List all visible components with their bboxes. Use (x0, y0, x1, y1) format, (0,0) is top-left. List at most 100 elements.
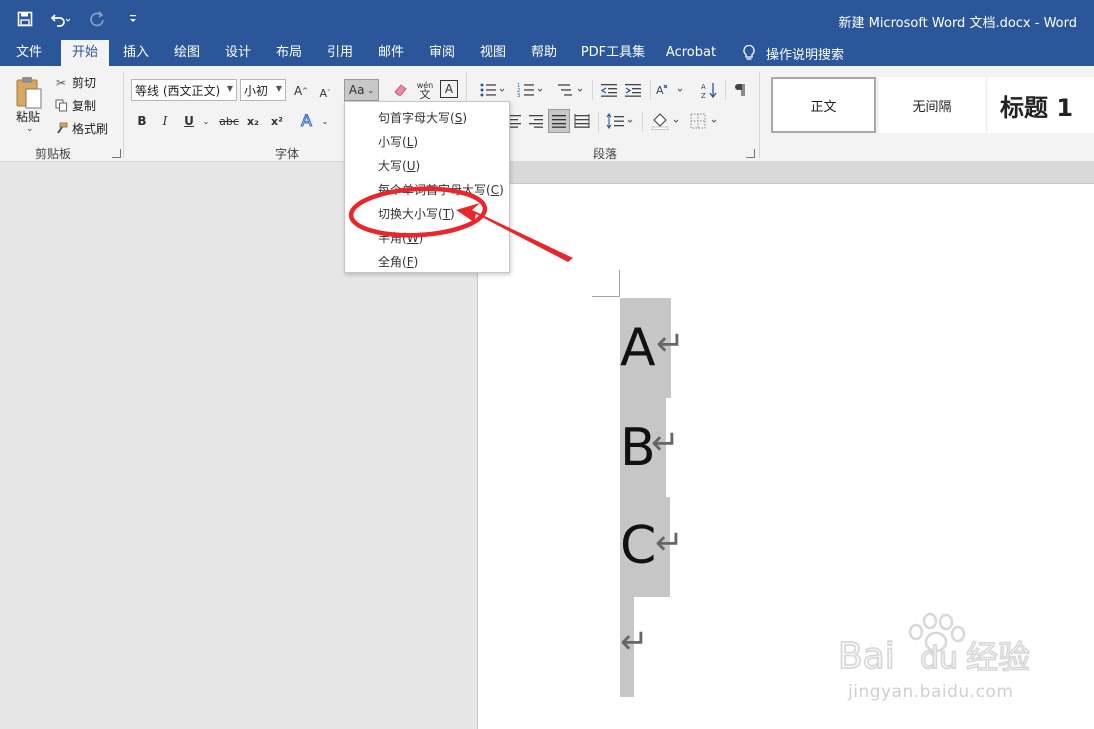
tab-acrobat[interactable]: Acrobat (660, 40, 722, 66)
copy-button[interactable]: 复制 (54, 97, 96, 114)
cut-button[interactable]: ✂ 剪切 (54, 74, 96, 91)
tab-mailings[interactable]: 邮件 (369, 40, 413, 66)
sort-icon: AZ (701, 83, 717, 99)
redo-icon[interactable] (86, 8, 108, 30)
bullet-list-icon (480, 83, 505, 97)
group-label-paragraph: 段落 (593, 147, 618, 161)
tab-file[interactable]: 文件 (6, 40, 52, 66)
tab-view[interactable]: 视图 (471, 40, 515, 66)
style-normal[interactable]: 正文 (771, 77, 876, 133)
sort-button[interactable]: AZ (698, 79, 720, 101)
menu-item-half-width[interactable]: 半角(W) (378, 229, 423, 246)
document-line-a[interactable]: A (620, 322, 656, 374)
style-no-spacing[interactable]: 无间隔 (879, 77, 985, 133)
customize-icon[interactable] (122, 8, 144, 30)
menu-item-full-width[interactable]: 全角(F) (378, 253, 418, 270)
dropdown-arrow-icon[interactable]: ▼ (227, 84, 233, 93)
grow-font-button[interactable]: A ^ (292, 81, 310, 101)
text-effects-button[interactable]: A (298, 110, 318, 130)
bold-button[interactable]: B (134, 112, 150, 130)
distributed-button[interactable] (572, 110, 592, 132)
margin-corner-mark (592, 296, 620, 297)
multilevel-list-button[interactable] (554, 80, 586, 100)
margin-corner-mark (619, 270, 620, 297)
line-spacing-icon (606, 113, 633, 129)
chevron-down-icon: ⌄ (367, 85, 375, 95)
shrink-font-button[interactable]: Aˇ (316, 83, 334, 103)
tell-me-search[interactable]: 操作说明搜索 (742, 40, 844, 66)
shrink-font-icon: A (319, 86, 328, 100)
font-name-combobox[interactable]: 等线 (西文正文) ▼ (131, 79, 237, 101)
change-case-button[interactable]: Aa ⌄ (344, 79, 379, 101)
justify-button[interactable] (548, 109, 570, 133)
increase-indent-icon (625, 84, 641, 97)
dialog-launcher-icon[interactable] (746, 149, 755, 158)
phonetic-guide-button[interactable]: wén 文 (414, 78, 436, 102)
chevron-down-icon[interactable]: ⌄ (320, 112, 330, 130)
subscript-button[interactable]: x₂ (244, 112, 262, 130)
paintbrush-icon (54, 122, 68, 136)
align-right-button[interactable] (526, 110, 546, 132)
menu-item-toggle-case[interactable]: 切换大小写(T) (378, 205, 455, 222)
decrease-indent-icon (600, 84, 617, 97)
format-painter-button[interactable]: 格式刷 (54, 120, 108, 137)
save-icon[interactable] (14, 8, 36, 30)
ruler (477, 162, 1094, 184)
tab-review[interactable]: 审阅 (420, 40, 464, 66)
style-no-spacing-label: 无间隔 (912, 99, 952, 115)
numbering-button[interactable]: 123 (514, 80, 546, 100)
menu-item-uppercase[interactable]: 大写(U) (378, 157, 420, 174)
tab-help[interactable]: 帮助 (522, 40, 566, 66)
document-line-c[interactable]: C (620, 520, 656, 572)
decrease-indent-button[interactable] (598, 80, 620, 100)
paste-icon[interactable] (14, 76, 44, 112)
bullets-button[interactable] (476, 80, 508, 100)
dialog-launcher-icon[interactable] (112, 149, 121, 158)
svg-text:A: A (656, 84, 664, 97)
format-painter-label: 格式刷 (72, 122, 109, 136)
asian-layout-button[interactable]: A (654, 80, 686, 100)
line-spacing-button[interactable] (604, 110, 636, 132)
italic-button[interactable]: I (157, 112, 173, 130)
strikethrough-button[interactable]: abc (218, 112, 240, 130)
superscript-button[interactable]: x² (268, 112, 286, 130)
paint-bucket-icon (651, 113, 679, 130)
tab-references[interactable]: 引用 (318, 40, 362, 66)
paragraph-mark-icon: ↵ (620, 622, 649, 662)
tab-insert[interactable]: 插入 (114, 40, 158, 66)
tab-draw[interactable]: 绘图 (165, 40, 209, 66)
title-bar: 新建 Microsoft Word 文档.docx - Word (0, 0, 1094, 40)
menu-item-lowercase[interactable]: 小写(L) (378, 133, 418, 150)
svg-text:A: A (301, 111, 312, 129)
tab-design[interactable]: 设计 (216, 40, 260, 66)
show-formatting-button[interactable] (730, 79, 748, 101)
shading-button[interactable] (648, 110, 682, 132)
chevron-down-icon[interactable]: ⌄ (26, 124, 34, 134)
menu-item-label: 全角 (378, 255, 403, 269)
font-size-combobox[interactable]: 小初 ▼ (240, 79, 286, 101)
borders-button[interactable] (688, 110, 722, 132)
undo-icon[interactable] (50, 8, 72, 30)
increase-indent-button[interactable] (622, 80, 644, 100)
divider (725, 80, 726, 100)
menu-item-capitalize-each-word[interactable]: 每个单词首字母大写(C) (378, 181, 504, 198)
menu-item-sentence-case[interactable]: 句首字母大写(S) (378, 109, 467, 126)
tab-home[interactable]: 开始 (61, 40, 109, 66)
grow-font-icon: A (293, 84, 303, 98)
copy-icon (54, 99, 68, 113)
tab-pdf-tools[interactable]: PDF工具集 (575, 40, 651, 66)
clear-formatting-button[interactable] (390, 79, 410, 101)
font-size-value: 小初 (244, 83, 269, 98)
ribbon-tabs: 文件 开始 插入 绘图 设计 布局 引用 邮件 审阅 视图 帮助 PDF工具集 … (0, 40, 1094, 66)
tab-layout[interactable]: 布局 (267, 40, 311, 66)
dropdown-arrow-icon[interactable]: ▼ (276, 84, 282, 93)
paste-label[interactable]: 粘贴 (16, 108, 40, 125)
style-heading-1[interactable]: 标题 1 (988, 77, 1094, 133)
underline-button[interactable]: U (181, 112, 197, 130)
ribbon-home: 粘贴 ⌄ ✂ 剪切 复制 格式刷 剪贴板 等线 (西文正文) ▼ 小初 ▼ A ^… (0, 66, 1094, 162)
paragraph-mark-icon: ↵ (655, 523, 684, 563)
change-case-label: Aa (348, 83, 365, 97)
chevron-down-icon[interactable]: ⌄ (201, 112, 211, 130)
character-border-button[interactable]: A (440, 80, 458, 98)
menu-item-label: 小写 (378, 135, 403, 149)
